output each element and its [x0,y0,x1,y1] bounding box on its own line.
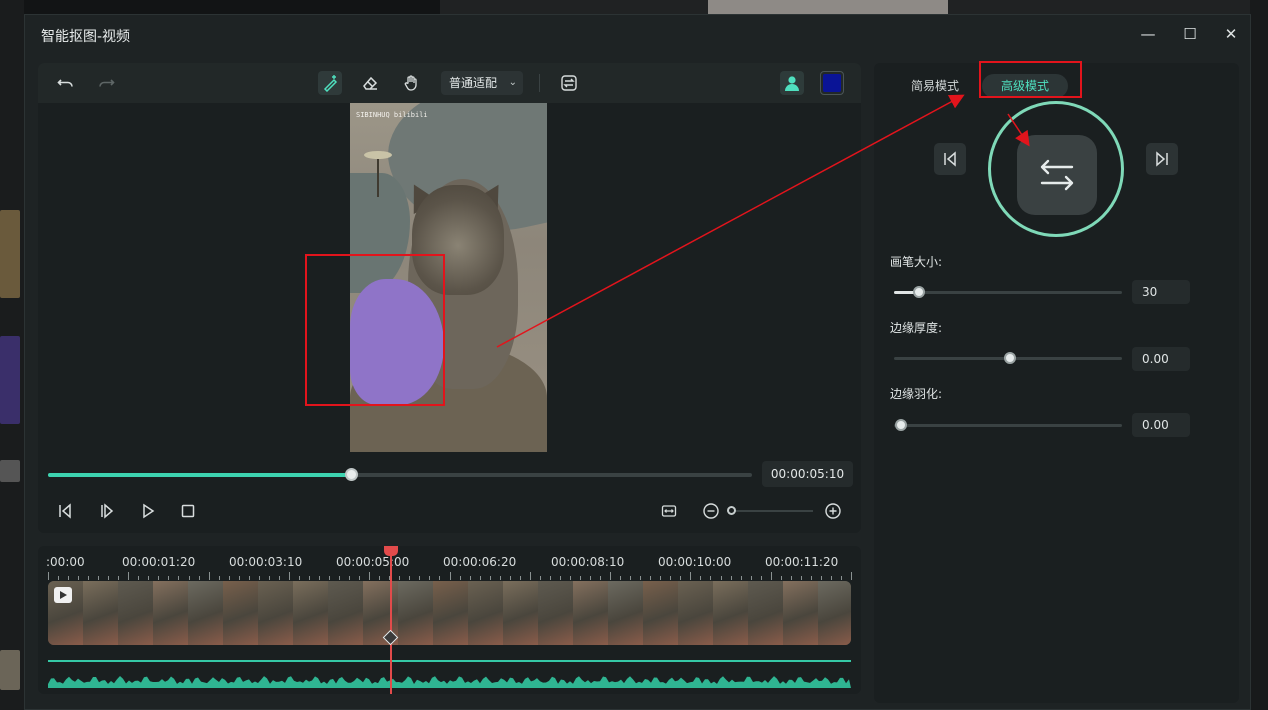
audio-track-line [48,660,851,662]
ruler-label: 00:00:01:20 [122,555,196,569]
annotation-box-advanced-tab [979,61,1082,98]
smart-cutout-dialog: 智能抠图-视频 — ☐ ✕ 普通适配 ⌄ SIBINHUQ bilibili 0… [24,14,1251,710]
edge-thickness-handle[interactable] [1004,352,1017,364]
tab-simple-mode[interactable]: 简易模式 [898,74,972,98]
zoom-slider-handle[interactable] [727,506,736,515]
zoom-out-icon[interactable] [699,499,723,523]
background-app-rightbar [1250,0,1268,710]
clip-frame-thumbnail [153,581,188,645]
next-keyframe-button[interactable] [1146,143,1178,175]
ruler-label: 00:00:08:10 [551,555,625,569]
skip-back-icon [944,151,956,167]
next-frame-icon[interactable] [95,499,119,523]
clip-play-icon[interactable] [54,587,72,603]
edge-feather-slider[interactable] [894,419,1122,431]
eraser-icon[interactable] [358,71,382,95]
clip-frame-thumbnail [748,581,783,645]
clip-frame-thumbnail [118,581,153,645]
clip-frame-thumbnail [643,581,678,645]
ruler-label: 00:00:11:20 [765,555,839,569]
clip-frame-thumbnail [188,581,223,645]
brush-size-handle[interactable] [913,286,926,298]
toolbar-divider [539,74,540,92]
swap-arrows-icon [1040,159,1074,191]
clip-frame-thumbnail [678,581,713,645]
ruler-label: :00:00 [46,555,85,569]
swap-icon[interactable] [557,71,581,95]
ruler-label: 00:00:03:10 [229,555,303,569]
edge-feather-handle[interactable] [894,419,907,431]
clip-frame-thumbnail [608,581,643,645]
edge-feather-value[interactable]: 0.00 [1132,413,1190,437]
zoom-in-icon[interactable] [821,499,845,523]
prev-frame-icon[interactable] [53,499,77,523]
background-thumbnail [0,210,20,298]
ruler-label: 00:00:06:20 [443,555,517,569]
play-icon[interactable] [136,499,160,523]
skip-forward-icon [1156,151,1168,167]
fit-width-icon[interactable] [657,499,681,523]
current-timecode: 00:00:05:10 [762,461,853,487]
clip-frame-thumbnail [223,581,258,645]
video-clip-track[interactable] [48,581,851,645]
dialog-title: 智能抠图-视频 [41,29,131,45]
minimize-button[interactable]: — [1138,24,1158,44]
progress-handle[interactable] [344,468,358,481]
playhead-handle[interactable] [384,546,398,556]
edge-thickness-slider[interactable] [894,352,1122,364]
clip-frame-thumbnail [258,581,293,645]
clip-frame-thumbnail [83,581,118,645]
background-app-sidebar [0,0,24,710]
brush-size-value[interactable]: 30 [1132,280,1190,304]
close-button[interactable]: ✕ [1221,24,1241,44]
ruler-label: 00:00:10:00 [658,555,732,569]
edge-thickness-label: 边缘厚度: [890,321,943,335]
invert-selection-button[interactable] [1017,135,1097,215]
fit-mode-label: 普通适配 [449,76,498,90]
background-thumbnail [0,336,20,424]
clip-frame-thumbnail [713,581,748,645]
person-icon[interactable] [780,71,804,95]
edge-thickness-value[interactable]: 0.00 [1132,347,1190,371]
background-thumbnail [0,460,20,482]
stop-icon[interactable] [176,499,200,523]
fit-mode-select[interactable]: 普通适配 ⌄ [441,71,523,95]
brush-size-slider[interactable] [894,286,1122,298]
video-watermark: SIBINHUQ bilibili [356,111,428,119]
background-thumbnail [0,650,20,690]
clip-frame-thumbnail [538,581,573,645]
playhead[interactable] [390,546,392,694]
zoom-slider[interactable] [727,510,813,512]
redo-icon[interactable] [94,71,118,95]
clip-frame-thumbnail [293,581,328,645]
clip-frame-thumbnail [573,581,608,645]
clip-frame-thumbnail [503,581,538,645]
prev-keyframe-button[interactable] [934,143,966,175]
clip-frame-thumbnail [783,581,818,645]
clip-frame-thumbnail [468,581,503,645]
chevron-down-icon: ⌄ [508,77,517,88]
background-app-topbar [440,0,1268,14]
title-bar: 智能抠图-视频 — ☐ ✕ [25,15,1250,53]
undo-icon[interactable] [54,71,78,95]
settings-panel: 简易模式 高级模式 画笔大小: 30 边缘厚度: 0.00 边缘羽化: 0.00 [874,63,1239,703]
brush-size-label: 画笔大小: [890,255,943,269]
maximize-button[interactable]: ☐ [1180,24,1200,44]
edge-feather-label: 边缘羽化: [890,387,943,401]
smart-brush-icon[interactable] [318,71,342,95]
timeline-panel[interactable]: :00:00 00:00:01:20 00:00:03:10 00:00:05:… [38,546,861,694]
clip-frame-thumbnail [328,581,363,645]
clip-frame-thumbnail [398,581,433,645]
hand-icon[interactable] [400,71,424,95]
ruler-label: 00:00:05:00 [336,555,410,569]
time-ruler [48,572,852,580]
clip-frame-thumbnail [818,581,851,645]
annotation-box-preview [305,254,445,406]
clip-frame-thumbnail [433,581,468,645]
playback-progress-bar[interactable] [48,468,752,481]
overlay-color-swatch[interactable] [820,71,844,95]
preview-panel: 普通适配 ⌄ SIBINHUQ bilibili 00:00:05:10 [38,63,861,533]
audio-waveform [48,676,851,688]
preview-toolbar: 普通适配 ⌄ [38,63,861,103]
